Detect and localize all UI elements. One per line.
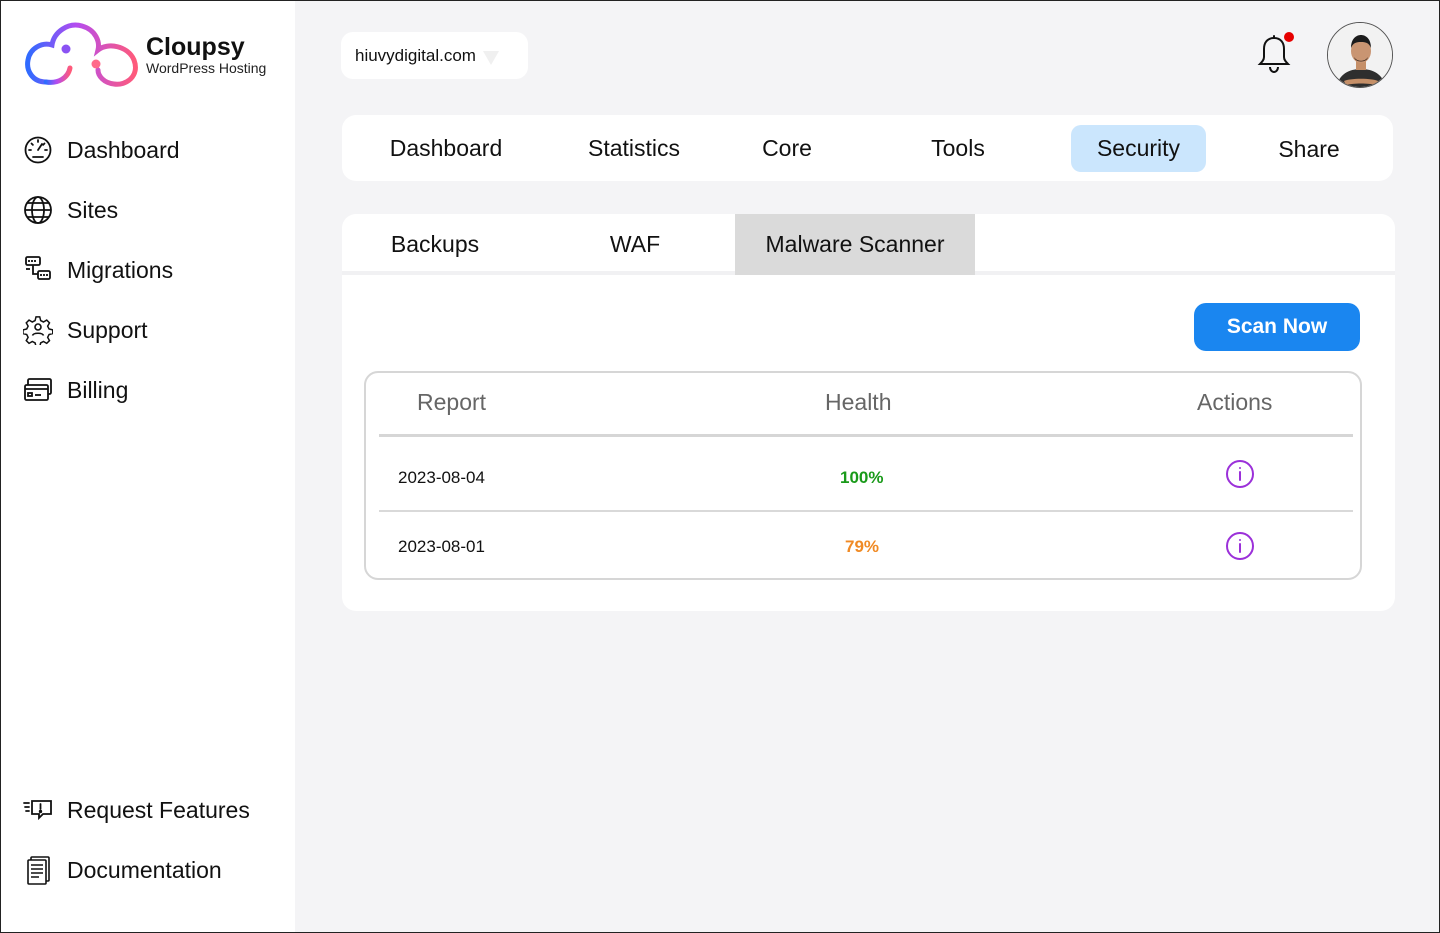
globe-icon [22,194,54,226]
user-avatar-icon [1328,23,1392,87]
brand-logo[interactable]: Cloupsy WordPress Hosting [24,20,266,90]
tab-malware-scanner[interactable]: Malware Scanner [735,214,975,275]
info-icon [1226,532,1254,560]
sidebar-nav: Dashboard Sites Migrations Support Billi… [22,120,180,420]
chevron-down-icon [482,50,499,65]
brand-tagline: WordPress Hosting [146,60,267,76]
column-header-health: Health [825,389,892,415]
sidebar-item-label: Support [67,316,148,343]
report-date: 2023-08-04 [398,468,485,487]
sidebar-item-request-features[interactable]: Request Features [22,780,250,840]
tab-share[interactable]: Share [1259,126,1359,173]
feature-request-icon [22,794,54,826]
gauge-icon [22,134,54,166]
tab-tools[interactable]: Tools [908,125,1008,172]
main-tab-bar: Dashboard Statistics Core Tools Security… [342,115,1393,181]
table-row-divider [379,510,1353,512]
health-value: 79% [845,537,880,556]
notification-dot [1284,32,1294,42]
sidebar-item-support[interactable]: Support [22,300,180,360]
tab-dashboard[interactable]: Dashboard [366,125,526,172]
scan-report-table: Report Health Actions 2023-08-04 100% 20… [364,371,1362,580]
scan-now-button[interactable]: Scan Now [1194,303,1360,351]
sidebar-item-migrations[interactable]: Migrations [22,240,180,300]
brand-name: Cloupsy [146,33,245,61]
report-info-button[interactable] [1225,531,1255,561]
migration-icon [22,254,54,286]
tab-waf[interactable]: WAF [590,214,680,275]
document-icon [22,854,54,886]
support-gear-icon [22,314,54,346]
tab-backups[interactable]: Backups [368,214,502,275]
tab-core[interactable]: Core [742,125,832,172]
security-card: Backups WAF Malware Scanner Scan Now Rep… [342,214,1395,611]
sidebar-item-dashboard[interactable]: Dashboard [22,120,180,180]
domain-selector[interactable]: hiuvydigital.com [341,32,528,79]
column-header-actions: Actions [1197,389,1273,415]
health-value: 100% [840,468,884,487]
notification-button[interactable] [1255,32,1295,76]
sidebar-item-label: Dashboard [67,136,180,163]
report-info-button[interactable] [1225,459,1255,489]
user-avatar[interactable] [1327,22,1393,88]
credit-card-icon [22,374,54,406]
sidebar-item-billing[interactable]: Billing [22,360,180,420]
report-date: 2023-08-01 [398,537,485,556]
domain-selector-value: hiuvydigital.com [355,45,476,65]
sub-tab-bar: Backups WAF Malware Scanner [342,214,1395,275]
column-header-report: Report [417,389,487,415]
sidebar-bottom-nav: Request Features Documentation [22,780,250,900]
sidebar: Cloupsy WordPress Hosting Dashboard Site… [0,0,295,933]
sidebar-item-label: Documentation [67,856,222,883]
info-icon [1226,460,1254,488]
sidebar-item-label: Request Features [67,796,250,823]
sidebar-item-label: Migrations [67,256,174,283]
sidebar-item-label: Sites [67,196,119,223]
sidebar-item-label: Billing [67,376,129,403]
tab-security[interactable]: Security [1071,125,1206,172]
sidebar-item-sites[interactable]: Sites [22,180,180,240]
sidebar-item-documentation[interactable]: Documentation [22,840,250,900]
table-header-divider [379,434,1353,437]
cloud-logo-icon [25,22,138,87]
tab-statistics[interactable]: Statistics [564,125,704,172]
